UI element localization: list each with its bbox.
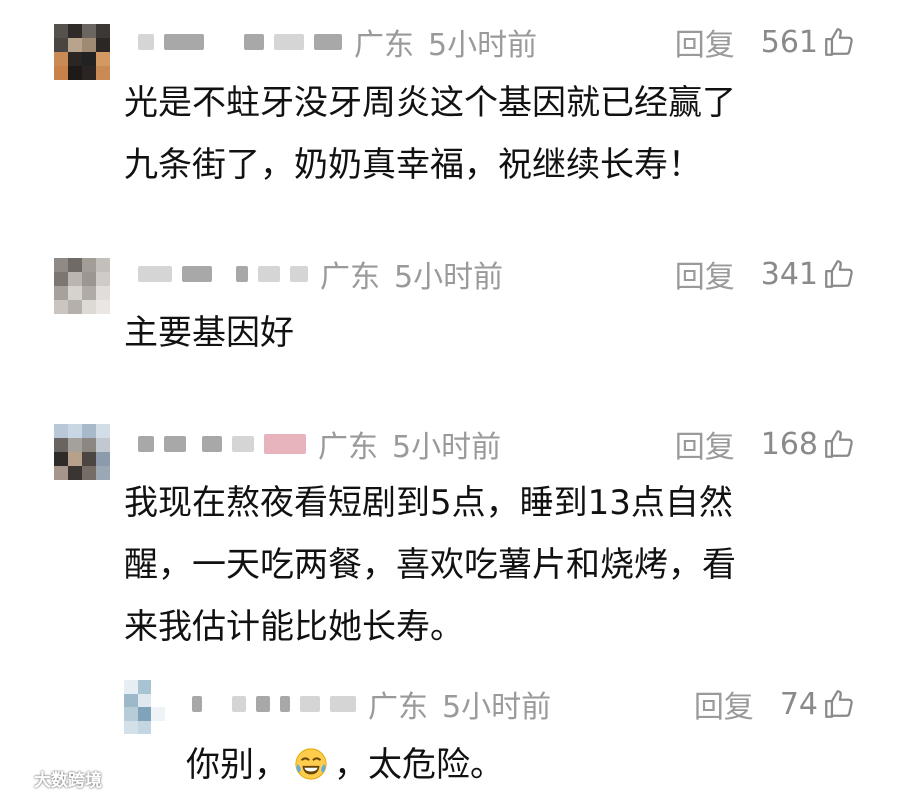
comment-meta: 广东 5小时前 [192,684,552,725]
comment-text: 你别， ，太危险。 [186,734,504,796]
like-count: 74 [779,686,818,722]
like-count: 168 [760,426,818,462]
comment-text: 主要基因好 [124,302,294,364]
region-label: 广东 [354,28,414,63]
username-blurred[interactable] [138,27,342,57]
time-label: 5小时前 [392,430,502,465]
comment-line: 我现在熬夜看短剧到5点，睡到13点自然 [124,483,733,523]
comment-actions: 回复 341 [675,252,856,296]
comment-text-before: 你别， [186,745,288,785]
thumbs-up-icon[interactable] [822,427,856,461]
comment-meta: 广东 5小时前 [138,254,504,295]
reply-button[interactable]: 回复 [675,252,735,296]
comment-meta: 广东 5小时前 [138,22,538,63]
time-label: 5小时前 [394,260,504,295]
like-count: 341 [760,256,818,292]
time-label: 5小时前 [442,690,552,725]
reply-button[interactable]: 回复 [694,682,754,726]
avatar[interactable] [124,680,178,734]
comment-actions: 回复 168 [675,422,856,466]
comment-line: 九条街了，奶奶真幸福，祝继续长寿！ [124,145,702,185]
region-label: 广东 [318,430,378,465]
like-count: 561 [760,24,818,60]
watermark: 大数跨境 [4,766,102,791]
thumbs-up-icon[interactable] [822,257,856,291]
comment-actions: 回复 74 [694,682,856,726]
username-blurred[interactable] [138,259,308,289]
region-label: 广东 [368,690,428,725]
watermark-text: 大数跨境 [34,771,102,791]
comment-line: 来我估计能比她长寿。 [124,607,464,647]
username-blurred[interactable] [138,429,306,459]
thumbs-up-icon[interactable] [822,687,856,721]
comment-meta: 广东 5小时前 [138,424,502,465]
region-label: 广东 [320,260,380,295]
comment-actions: 回复 561 [675,20,856,64]
comment-text: 光是不蛀牙没牙周炎这个基因就已经赢了 九条街了，奶奶真幸福，祝继续长寿！ [124,72,736,196]
comment-text-after: ，太危险。 [334,745,504,785]
username-blurred[interactable] [192,689,356,719]
comment-line: 光是不蛀牙没牙周炎这个基因就已经赢了 [124,83,736,123]
comment-line: 醒，一天吃两餐，喜欢吃薯片和烧烤，看 [124,545,736,585]
thumbs-up-icon[interactable] [822,25,856,59]
avatar[interactable] [54,258,110,314]
reply-button[interactable]: 回复 [675,422,735,466]
reply-button[interactable]: 回复 [675,20,735,64]
time-label: 5小时前 [428,28,538,63]
comment-text: 我现在熬夜看短剧到5点，睡到13点自然 醒，一天吃两餐，喜欢吃薯片和烧烤，看 来… [124,472,736,658]
tears-of-joy-emoji-icon [295,748,327,780]
comment-line: 主要基因好 [124,313,294,353]
avatar[interactable] [54,424,110,480]
brand-logo-icon [6,768,30,789]
avatar[interactable] [54,24,110,80]
